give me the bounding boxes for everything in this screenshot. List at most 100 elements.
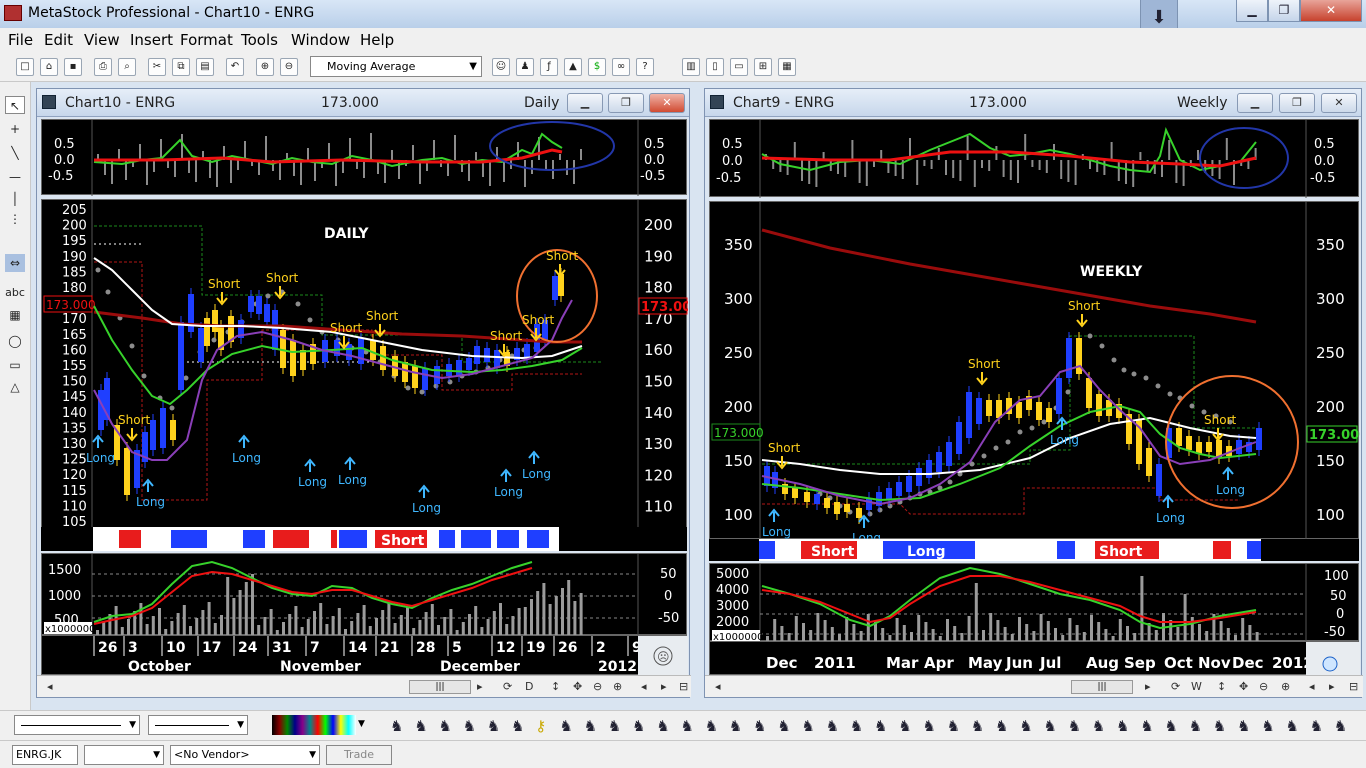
line-weight-select[interactable]: ▼ [148, 715, 248, 735]
page-left-icon[interactable]: ◂ [1309, 680, 1315, 693]
save-icon[interactable]: ▪ [64, 58, 82, 76]
menu-format[interactable]: Format [180, 31, 233, 49]
horizontal-line-icon[interactable]: — [5, 168, 25, 186]
vertical-scale-icon[interactable]: ↕ [551, 680, 560, 693]
open-icon[interactable]: ⌂ [40, 58, 58, 76]
expert-bull-icon[interactable]: ♞ [1213, 717, 1226, 735]
oscillator-pane-top[interactable]: 0.5 0.0 -0.5 0.5 0.0 -0.5 [709, 119, 1359, 198]
security-select[interactable]: ▼ [84, 745, 164, 765]
system-tester-icon[interactable]: ▲ [564, 58, 582, 76]
scroll-thumb[interactable]: ||| [1071, 680, 1133, 694]
cut-icon[interactable]: ✂ [148, 58, 166, 76]
expert-bull-icon[interactable]: ♞ [584, 717, 597, 735]
expert-bull-icon[interactable]: ♞ [390, 717, 403, 735]
arrows-icon[interactable]: ⇔ [5, 254, 25, 272]
expert-bull-icon[interactable]: ♞ [1140, 717, 1153, 735]
fit-icon[interactable]: ⊟ [1349, 680, 1358, 693]
expert-bull-icon[interactable]: ♞ [1237, 717, 1250, 735]
refresh-icon[interactable]: ⟳ [1171, 680, 1180, 693]
oscillator-pane-top[interactable]: 0.5 0.0 -0.5 0.5 0.0 -0.5 [41, 119, 687, 196]
horizontal-scrollbar[interactable]: ◂ ||| ▸ ⟳ D ↕ ✥ ⊖ ⊕ ◂ ▸ ⊟ [37, 675, 691, 697]
expert-bull-icon[interactable]: ♞ [487, 717, 500, 735]
expert-bull-icon[interactable]: ♞ [922, 717, 935, 735]
pan-icon[interactable]: ✥ [573, 680, 582, 693]
dollar-icon[interactable]: $ [588, 58, 606, 76]
expert-bull-icon[interactable]: ♞ [874, 717, 887, 735]
zoom-in-icon[interactable]: ⊕ [1281, 680, 1290, 693]
expert-bull-icon[interactable]: ♞ [705, 717, 718, 735]
expert-bull-icon[interactable]: ♞ [1068, 717, 1081, 735]
scroll-right-icon[interactable]: ▸ [477, 680, 483, 693]
zoom-in-icon[interactable]: ⊕ [613, 680, 622, 693]
expert-bull-icon[interactable]: ♞ [1261, 717, 1274, 735]
new-icon[interactable]: □ [16, 58, 34, 76]
horizontal-scrollbar[interactable]: ◂ ||| ▸ ⟳ W ↕ ✥ ⊖ ⊕ ◂ ▸ ⊟ [705, 675, 1363, 697]
smiley-icon[interactable] [1322, 656, 1338, 672]
menu-insert[interactable]: Insert [130, 31, 173, 49]
periodicity-icon[interactable]: D [525, 680, 533, 693]
grid-icon[interactable]: ▦ [5, 306, 25, 324]
tile-vertical-icon[interactable]: ▯ [706, 58, 724, 76]
price-pane-weekly[interactable]: 350 300 250 200 150 100 350 300 250 200 150 100 17… [709, 201, 1360, 540]
chart-close-button[interactable]: ✕ [1321, 93, 1357, 113]
line-style-select[interactable]: ▼ [14, 715, 140, 735]
expert-bull-icon[interactable]: ♞ [511, 717, 524, 735]
expert-bull-icon[interactable]: ♞ [753, 717, 766, 735]
expert-bull-icon[interactable]: ♞ [801, 717, 814, 735]
close-button[interactable]: ✕ [1300, 0, 1362, 22]
symbol-input[interactable]: ENRG.JK [12, 745, 78, 765]
page-right-icon[interactable]: ▸ [661, 680, 667, 693]
expert-bull-icon[interactable]: ♞ [1092, 717, 1105, 735]
expert-bull-icon[interactable]: ♞ [608, 717, 621, 735]
menu-window[interactable]: Window [291, 31, 350, 49]
formula-icon[interactable]: ƒ [540, 58, 558, 76]
crosshair-icon[interactable]: ⊕ [256, 58, 274, 76]
page-left-icon[interactable]: ◂ [641, 680, 647, 693]
fit-icon[interactable]: ⊟ [679, 680, 688, 693]
expert-bull-icon[interactable]: ♞ [1310, 717, 1323, 735]
expert-bull-icon[interactable]: ♞ [995, 717, 1008, 735]
page-right-icon[interactable]: ▸ [1329, 680, 1335, 693]
fibonacci-icon[interactable]: ⋮ [5, 210, 25, 228]
vertical-scale-icon[interactable]: ↕ [1217, 680, 1226, 693]
expert-bull-icon[interactable]: ♞ [656, 717, 669, 735]
print-preview-icon[interactable]: ⌕ [118, 58, 136, 76]
tile-horizontal-icon[interactable]: ▭ [730, 58, 748, 76]
chart-minimize-button[interactable]: ▁ [567, 93, 603, 113]
text-icon[interactable]: abc [5, 284, 25, 302]
expert-bull-icon[interactable]: ♞ [947, 717, 960, 735]
scroll-thumb[interactable]: ||| [409, 680, 471, 694]
restore-button[interactable]: ❐ [1268, 0, 1300, 22]
pan-icon[interactable]: ✥ [1239, 680, 1248, 693]
expert-bull-icon[interactable]: ♞ [1164, 717, 1177, 735]
expert-bull-icon[interactable]: ♞ [1334, 717, 1347, 735]
vendor-select[interactable]: <No Vendor> ▼ [170, 745, 320, 765]
expert-bull-icon[interactable]: ♞ [850, 717, 863, 735]
menu-edit[interactable]: Edit [44, 31, 73, 49]
expert-bull-icon[interactable]: ♞ [632, 717, 645, 735]
expert-bull-icon[interactable]: ♞ [898, 717, 911, 735]
chevron-down-icon[interactable]: ▼ [358, 719, 365, 729]
undo-icon[interactable]: ↶ [226, 58, 244, 76]
trendline-icon[interactable]: ╲ [5, 144, 25, 162]
paste-icon[interactable]: ▤ [196, 58, 214, 76]
rectangle-icon[interactable]: ▭ [5, 356, 25, 374]
expert-bull-icon[interactable]: ♞ [1043, 717, 1056, 735]
expert-bull-icon[interactable]: ♞ [1189, 717, 1202, 735]
menu-view[interactable]: View [84, 31, 120, 49]
minimize-button[interactable]: ▁ [1236, 0, 1268, 22]
expert-icon[interactable]: ☺ [492, 58, 510, 76]
expert-bull-icon[interactable]: ♞ [1285, 717, 1298, 735]
ellipse-icon[interactable]: ◯ [5, 332, 25, 350]
print-icon[interactable]: ⎙ [94, 58, 112, 76]
expert-bull-icon[interactable]: ♞ [463, 717, 476, 735]
expert-bull-icon[interactable]: ♞ [680, 717, 693, 735]
zoom-out-icon[interactable]: ⊖ [593, 680, 602, 693]
menu-tools[interactable]: Tools [241, 31, 278, 49]
pointer-icon[interactable]: ↖ [5, 96, 25, 114]
chart-restore-button[interactable]: ❐ [608, 93, 644, 113]
menu-help[interactable]: Help [360, 31, 394, 49]
price-pane-daily[interactable]: 2052001951901851801751701651601551501451… [41, 199, 688, 546]
help-pointer-icon[interactable]: ? [636, 58, 654, 76]
expert-bull-icon[interactable]: ♞ [729, 717, 742, 735]
